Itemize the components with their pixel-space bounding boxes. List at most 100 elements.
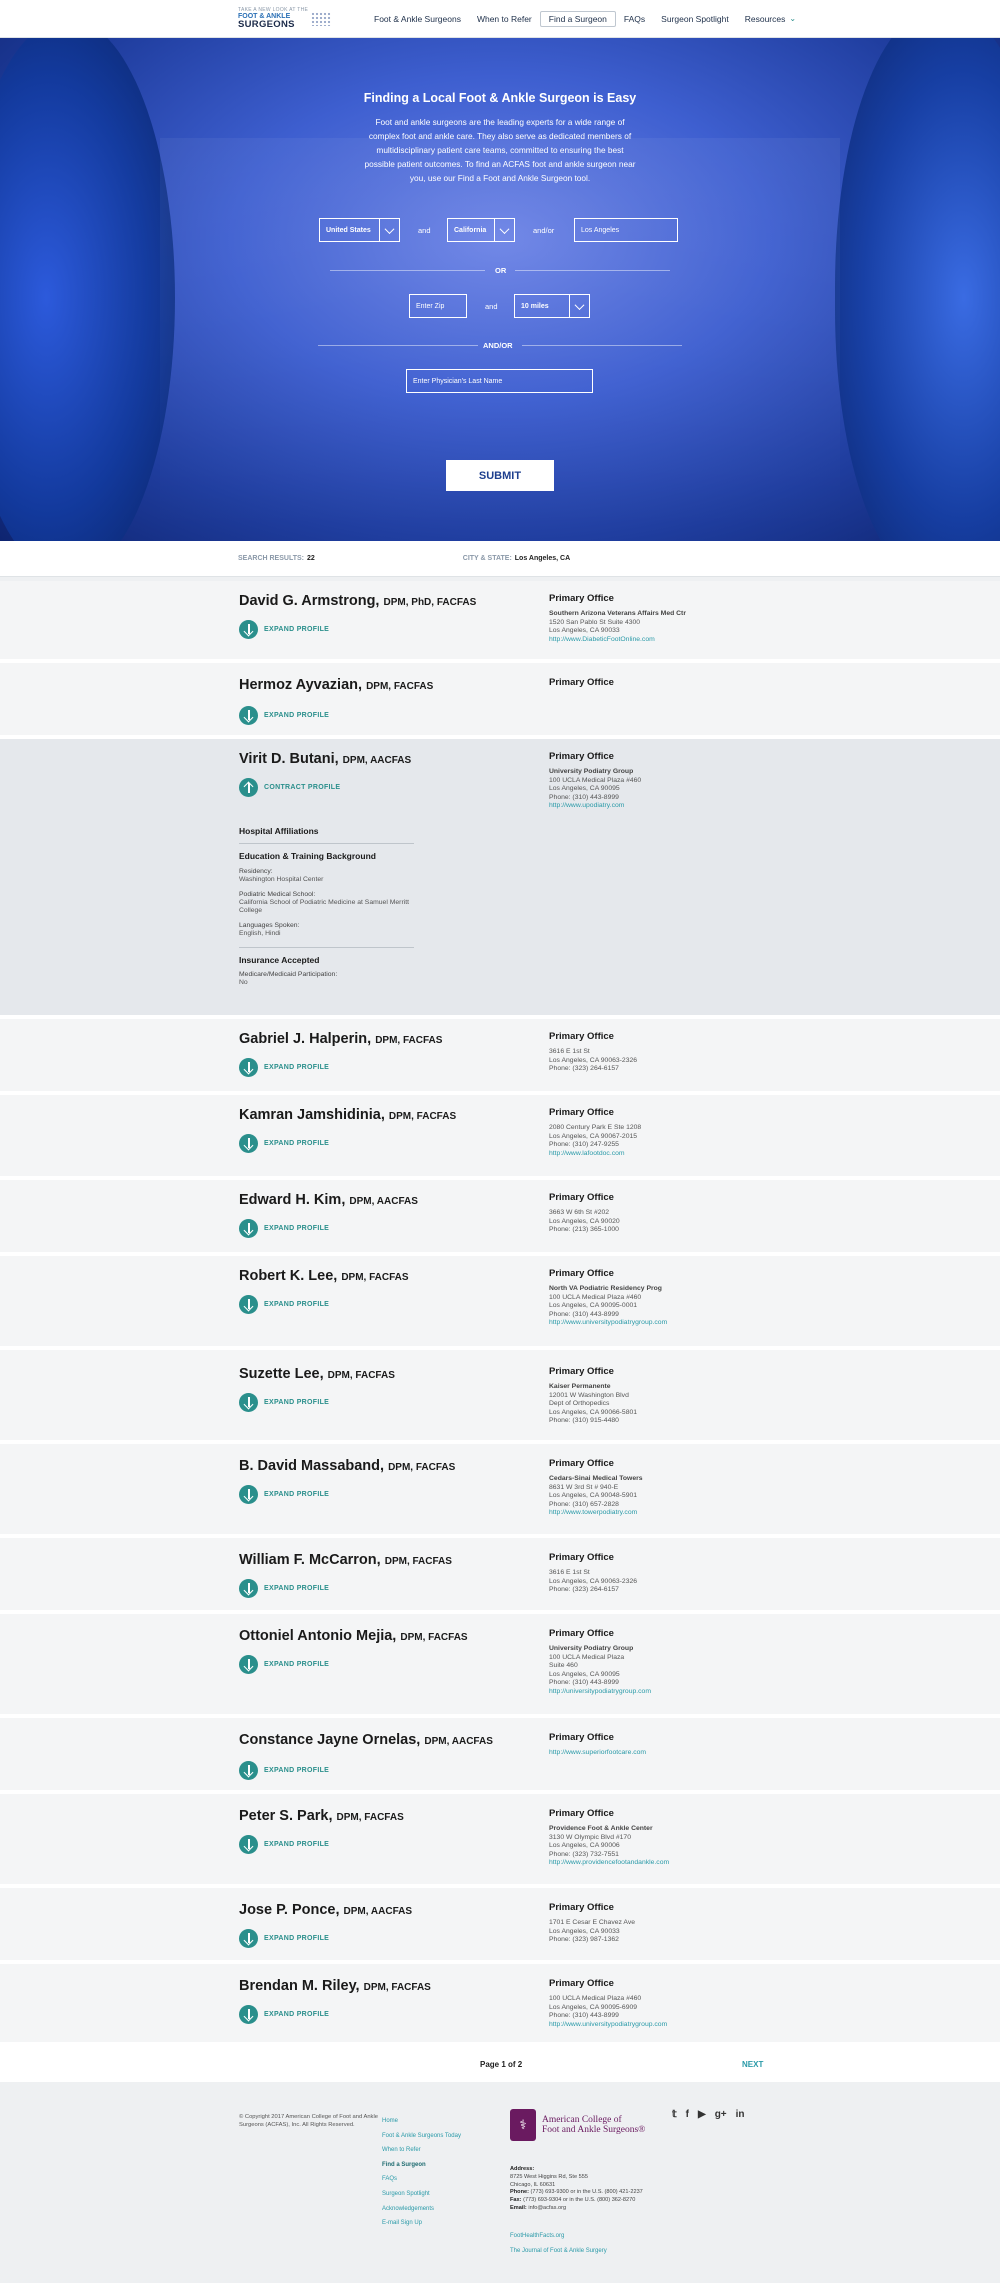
expand-arrow-icon — [239, 620, 258, 639]
primary-office: Primary Office University Podiatry Group… — [549, 751, 642, 810]
surgeon-name: Brendan M. Riley, DPM, FACFAS — [239, 1978, 431, 1994]
expand-arrow-icon — [239, 1134, 258, 1153]
copyright: © Copyright 2017 American College of Foo… — [239, 2114, 378, 2128]
nav-item-spotlight[interactable]: Surgeon Spotlight — [653, 11, 737, 27]
surgeon-card: David G. Armstrong, DPM, PhD, FACFAS EXP… — [0, 581, 1000, 663]
expand-profile-button[interactable]: EXPAND PROFILE — [239, 1655, 329, 1674]
nav-item-surgeons[interactable]: Foot & Ankle Surgeons — [366, 11, 469, 27]
and-label-2: and — [485, 302, 498, 311]
pagination: Page 1 of 2 NEXT — [0, 2046, 1000, 2082]
acfas-logo[interactable]: ⚕ American College of Foot and Ankle Sur… — [510, 2109, 645, 2141]
linkedin-icon[interactable]: in — [736, 2109, 745, 2120]
office-website-link[interactable]: http://www.universitypodiatrygroup.com — [549, 2021, 667, 2028]
expand-profile-button[interactable]: EXPAND PROFILE — [239, 1058, 329, 1077]
nav-item-find-surgeon[interactable]: Find a Surgeon — [539, 10, 616, 27]
expand-profile-button[interactable]: EXPAND PROFILE — [239, 1295, 329, 1314]
surgeon-name: Constance Jayne Ornelas, DPM, AACFAS — [239, 1732, 493, 1748]
nav-item-resources[interactable]: Resources ⌄ — [737, 11, 804, 27]
expand-profile-button[interactable]: EXPAND PROFILE — [239, 706, 329, 725]
twitter-icon[interactable]: 𝕥 — [672, 2109, 677, 2120]
footer-link-faqs[interactable]: FAQs — [382, 2172, 461, 2187]
expand-arrow-icon — [239, 1929, 258, 1948]
footer-link-spotlight[interactable]: Surgeon Spotlight — [382, 2187, 461, 2202]
expand-arrow-icon — [239, 1058, 258, 1077]
expand-arrow-icon — [239, 1761, 258, 1780]
footer-link-foothealthfacts[interactable]: FootHealthFacts.org — [510, 2229, 607, 2244]
and-or-heading: AND/OR — [483, 341, 513, 350]
divider — [515, 270, 670, 271]
email-link[interactable]: info@acfas.org — [528, 2205, 566, 2211]
surgeon-card: Robert K. Lee, DPM, FACFAS EXPAND PROFIL… — [0, 1256, 1000, 1350]
radius-select[interactable]: 10 miles — [514, 294, 590, 318]
footer-link-find-surgeon[interactable]: Find a Surgeon — [382, 2158, 461, 2173]
nav-item-when-to-refer[interactable]: When to Refer — [469, 11, 540, 27]
divider — [318, 345, 478, 346]
footer-link-when-to-refer[interactable]: When to Refer — [382, 2143, 461, 2158]
facebook-icon[interactable]: f — [686, 2109, 689, 2120]
surgeon-card: Brendan M. Riley, DPM, FACFAS EXPAND PRO… — [0, 1964, 1000, 2046]
footer-link-home[interactable]: Home — [382, 2114, 461, 2129]
office-website-link[interactable]: http://universitypodiatrygroup.com — [549, 1688, 651, 1695]
office-website-link[interactable]: http://www.providencefootandankle.com — [549, 1859, 669, 1866]
country-select[interactable]: United States — [319, 218, 400, 242]
surgeon-card: B. David Massaband, DPM, FACFAS EXPAND P… — [0, 1444, 1000, 1538]
or-label: OR — [495, 266, 507, 275]
divider — [522, 345, 682, 346]
next-page-link[interactable]: NEXT — [742, 2060, 763, 2069]
office-website-link[interactable]: http://www.universitypodiatrygroup.com — [549, 1319, 667, 1326]
footer-link-acknowledgements[interactable]: Acknowledgements — [382, 2202, 461, 2217]
surgeon-name: Ottoniel Antonio Mejia, DPM, FACFAS — [239, 1628, 468, 1644]
expand-profile-button[interactable]: EXPAND PROFILE — [239, 1134, 329, 1153]
zip-input[interactable]: Enter Zip — [409, 294, 467, 318]
footer-link-email-signup[interactable]: E-mail Sign Up — [382, 2216, 461, 2231]
logo-foot-icon — [311, 11, 332, 26]
footer-link-journal[interactable]: The Journal of Foot & Ankle Surgery — [510, 2244, 607, 2259]
chevron-down-icon — [494, 219, 514, 241]
state-select[interactable]: California — [447, 218, 515, 242]
surgeon-name: William F. McCarron, DPM, FACFAS — [239, 1552, 452, 1568]
youtube-icon[interactable]: ▶ — [698, 2109, 706, 2120]
google-plus-icon[interactable]: g+ — [715, 2109, 727, 2120]
footer-link-surgeons-today[interactable]: Foot & Ankle Surgeons Today — [382, 2129, 461, 2144]
expand-profile-button[interactable]: EXPAND PROFILE — [239, 1929, 329, 1948]
footer-external-links: FootHealthFacts.org The Journal of Foot … — [510, 2229, 607, 2259]
expand-profile-button[interactable]: EXPAND PROFILE — [239, 1761, 329, 1780]
org-name-line2: Foot and Ankle Surgeons® — [542, 2125, 646, 2135]
site-header: TAKE A NEW LOOK AT THE FOOT & ANKLE SURG… — [0, 0, 1000, 38]
expand-profile-button[interactable]: EXPAND PROFILE — [239, 1219, 329, 1238]
office-website-link[interactable]: http://www.towerpodiatry.com — [549, 1509, 637, 1516]
submit-button[interactable]: SUBMIT — [446, 460, 554, 491]
nav-item-faqs[interactable]: FAQs — [616, 11, 653, 27]
surgeon-card: Edward H. Kim, DPM, AACFAS EXPAND PROFIL… — [0, 1180, 1000, 1256]
expand-profile-button[interactable]: EXPAND PROFILE — [239, 1485, 329, 1504]
expand-profile-button[interactable]: EXPAND PROFILE — [239, 1579, 329, 1598]
surgeon-name: Hermoz Ayvazian, DPM, FACFAS — [239, 677, 434, 693]
office-website-link[interactable]: http://www.DiabeticFootOnline.com — [549, 636, 655, 643]
primary-office: Primary Office 2080 Century Park E Ste 1… — [549, 1107, 642, 1157]
site-logo[interactable]: TAKE A NEW LOOK AT THE FOOT & ANKLE SURG… — [238, 7, 358, 30]
surgeon-name: Virit D. Butani, DPM, AACFAS — [239, 751, 412, 767]
last-name-input[interactable]: Enter Physician's Last Name — [406, 369, 593, 393]
org-name-line1: American College of — [542, 2114, 622, 2125]
surgeon-card: Peter S. Park, DPM, FACFAS EXPAND PROFIL… — [0, 1794, 1000, 1888]
expand-profile-button[interactable]: EXPAND PROFILE — [239, 620, 329, 639]
office-website-link[interactable]: http://www.superiorfootcare.com — [549, 1749, 646, 1756]
expand-arrow-icon — [239, 1295, 258, 1314]
office-website-link[interactable]: http://www.upodiatry.com — [549, 802, 624, 809]
footer-nav: Home Foot & Ankle Surgeons Today When to… — [382, 2114, 461, 2231]
expand-profile-button[interactable]: EXPAND PROFILE — [239, 2005, 329, 2024]
results-count-label: SEARCH RESULTS: — [238, 555, 304, 562]
expand-profile-button[interactable]: EXPAND PROFILE — [239, 1835, 329, 1854]
expand-profile-button[interactable]: EXPAND PROFILE — [239, 1393, 329, 1412]
insurance-heading: Insurance Accepted — [239, 954, 320, 965]
contract-profile-button[interactable]: CONTRACT PROFILE — [239, 778, 340, 797]
surgeon-card: William F. McCarron, DPM, FACFAS EXPAND … — [0, 1538, 1000, 1614]
surgeon-card: Kamran Jamshidinia, DPM, FACFAS EXPAND P… — [0, 1095, 1000, 1180]
city-input[interactable]: Los Angeles — [574, 218, 678, 242]
expand-arrow-icon — [239, 2005, 258, 2024]
office-website-link[interactable]: http://www.lafootdoc.com — [549, 1150, 625, 1157]
hospital-affiliations-heading: Hospital Affiliations — [239, 826, 319, 836]
surgeon-card: Suzette Lee, DPM, FACFAS EXPAND PROFILE … — [0, 1350, 1000, 1444]
state-select-value: California — [454, 226, 487, 234]
divider — [330, 270, 485, 271]
